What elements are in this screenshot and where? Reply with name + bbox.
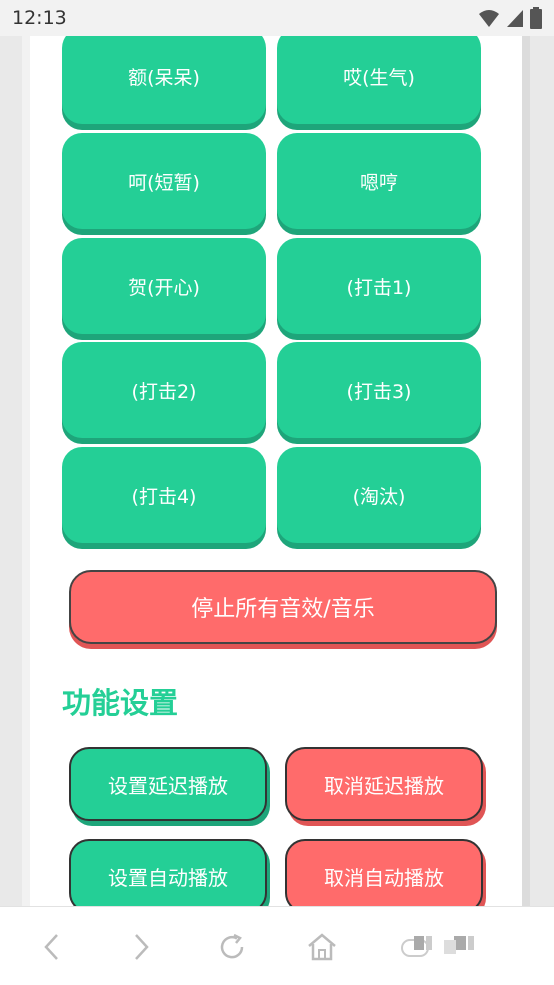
status-icons — [478, 7, 542, 29]
wifi-icon — [479, 10, 499, 27]
right-gutter — [522, 36, 554, 906]
left-gutter — [0, 36, 30, 906]
sound-button[interactable]: 呵(短暂) — [62, 133, 266, 229]
status-time: 12:13 — [12, 7, 67, 29]
stop-all-button[interactable]: 停止所有音效/音乐 — [69, 570, 497, 644]
set-auto-button[interactable]: 设置自动播放 — [69, 839, 267, 906]
sound-button[interactable]: (打击4) — [62, 447, 266, 543]
forward-icon[interactable] — [121, 927, 161, 967]
home-icon[interactable] — [302, 927, 342, 967]
sound-button[interactable]: (淘汰) — [277, 447, 481, 543]
sound-button[interactable]: 嗯哼 — [277, 133, 481, 229]
refresh-icon[interactable] — [212, 927, 252, 967]
sound-button[interactable]: 额(呆呆) — [62, 36, 266, 124]
tabs-icon[interactable] — [400, 927, 480, 967]
browser-nav-bar — [0, 906, 554, 985]
back-icon[interactable] — [32, 927, 72, 967]
set-delay-button[interactable]: 设置延迟播放 — [69, 747, 267, 821]
sound-button[interactable]: (打击1) — [277, 238, 481, 334]
cancel-delay-button[interactable]: 取消延迟播放 — [285, 747, 483, 821]
sound-button[interactable]: 哎(生气) — [277, 36, 481, 124]
sound-button[interactable]: (打击2) — [62, 342, 266, 438]
sound-button[interactable]: (打击3) — [277, 342, 481, 438]
signal-icon — [507, 10, 523, 27]
content-panel[interactable]: 额(呆呆) 哎(生气) 呵(短暂) 嗯哼 贺(开心) (打击1) (打击2) (… — [30, 36, 522, 906]
status-bar: 12:13 — [0, 0, 554, 36]
cancel-auto-button[interactable]: 取消自动播放 — [285, 839, 483, 906]
battery-icon — [530, 7, 542, 29]
settings-title: 功能设置 — [62, 686, 179, 720]
sound-button[interactable]: 贺(开心) — [62, 238, 266, 334]
